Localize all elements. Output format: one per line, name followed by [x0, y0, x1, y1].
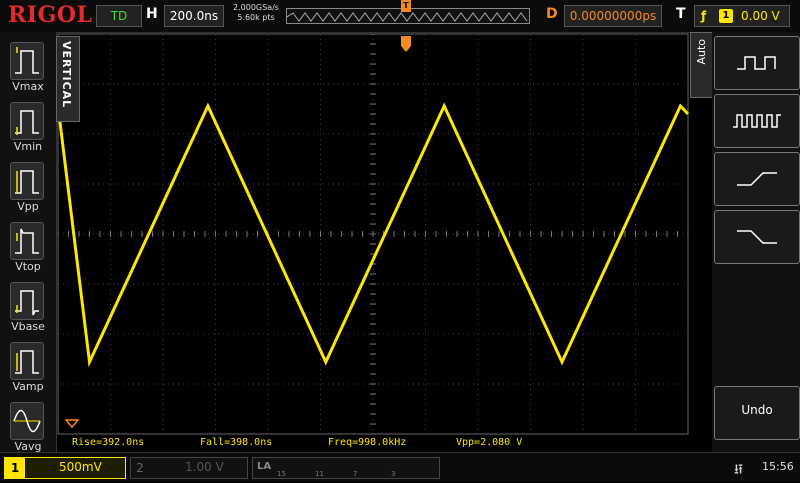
- la-tick: 3: [391, 470, 396, 478]
- acquisition-info: 2.000GSa/s 5.60k pts: [228, 3, 284, 23]
- frequency-readout: Freq=998.0kHz: [328, 437, 407, 448]
- sample-rate: 2.000GSa/s: [233, 3, 279, 12]
- ch2-status[interactable]: 2 1.00 V: [130, 457, 248, 479]
- trigger-display[interactable]: ƒ 1 0.00 V: [694, 5, 790, 27]
- auto-menu-tab[interactable]: Auto: [690, 32, 714, 98]
- brand-logo: RIGOL: [8, 2, 93, 28]
- meas-label: Vpp: [17, 200, 39, 213]
- channel-status-bar: 1 500mV 2 1.00 V LA 15 11 7 3 ⭿ 15:56: [0, 452, 800, 481]
- auto-tab-label: Auto: [695, 39, 708, 65]
- ch2-number: 2: [136, 461, 144, 475]
- undo-label: Undo: [741, 403, 773, 417]
- ch2-scale: 1.00 V: [185, 460, 224, 474]
- vmax-icon: [10, 42, 44, 80]
- meas-label: Vmin: [13, 140, 43, 153]
- trigger-label: T: [676, 6, 686, 22]
- ch1-ground-marker-icon: [64, 419, 80, 429]
- meas-vpp-button[interactable]: Vpp: [4, 160, 52, 216]
- single-period-button[interactable]: [714, 36, 800, 90]
- logic-analyzer-status[interactable]: LA 15 11 7 3: [252, 457, 440, 479]
- vertical-tab-label: VERTICAL: [60, 41, 73, 109]
- vpp-icon: [10, 162, 44, 200]
- vtop-icon: [10, 222, 44, 260]
- multi-period-icon: [733, 114, 781, 128]
- waveform-display[interactable]: [56, 32, 690, 436]
- rising-edge-icon: [737, 172, 777, 186]
- la-label: LA: [257, 461, 272, 472]
- ch1-number: 1: [5, 458, 25, 478]
- trigger-channel-badge: 1: [719, 9, 733, 23]
- graticule: [57, 33, 689, 435]
- vmin-icon: [10, 102, 44, 140]
- horizontal-label: H: [146, 6, 158, 22]
- vbase-icon: [10, 282, 44, 320]
- meas-vmax-button[interactable]: Vmax: [4, 40, 52, 96]
- multi-period-button[interactable]: [714, 94, 800, 148]
- delay-display[interactable]: 0.00000000ps: [564, 5, 662, 27]
- memory-waveform-overview: [286, 12, 528, 22]
- time-scale-display[interactable]: 200.0ns: [164, 5, 224, 27]
- la-tick: 15: [277, 470, 286, 478]
- meas-label: Vbase: [11, 320, 45, 333]
- la-tick: 7: [353, 470, 358, 478]
- memory-position-bar[interactable]: T: [286, 0, 530, 24]
- trigger-level: 0.00 V: [741, 9, 780, 23]
- vertical-menu-tab[interactable]: VERTICAL: [56, 36, 80, 122]
- rising-edge-trigger-icon: ƒ: [701, 9, 707, 23]
- period-pulse-icon: [737, 56, 776, 70]
- clock: 15:56: [762, 460, 794, 473]
- ch1-status[interactable]: 1 500mV: [4, 457, 126, 479]
- vpp-readout: Vpp=2.080 V: [456, 437, 523, 448]
- falling-edge-button[interactable]: [714, 210, 800, 264]
- trigger-position-marker-icon: [401, 36, 411, 52]
- la-tick: 11: [315, 470, 324, 478]
- trigger-position-marker-icon: T: [401, 0, 411, 12]
- auto-menu: Undo: [712, 32, 800, 452]
- meas-vbase-button[interactable]: Vbase: [4, 280, 52, 336]
- vavg-icon: [10, 402, 44, 440]
- falling-edge-icon: [737, 230, 777, 244]
- rise-time-readout: Rise=392.0ns: [72, 437, 145, 448]
- meas-label: Vtop: [15, 260, 41, 273]
- memory-depth: 5.60k pts: [237, 13, 275, 22]
- ch1-scale: 500mV: [59, 460, 102, 474]
- measurement-menu: Vmax Vmin Vpp Vtop Vbase Vamp Vavg: [0, 32, 57, 453]
- meas-vtop-button[interactable]: Vtop: [4, 220, 52, 276]
- meas-vamp-button[interactable]: Vamp: [4, 340, 52, 396]
- meas-label: Vmax: [12, 80, 44, 93]
- usb-icon: ⭿: [734, 462, 744, 478]
- run-status-badge[interactable]: TD: [96, 5, 142, 27]
- undo-button[interactable]: Undo: [714, 386, 800, 440]
- delay-label: D: [546, 6, 558, 22]
- meas-vmin-button[interactable]: Vmin: [4, 100, 52, 156]
- measurement-results: Rise=392.0ns Fall=398.0ns Freq=998.0kHz …: [56, 436, 686, 452]
- meas-label: Vamp: [12, 380, 44, 393]
- rising-edge-button[interactable]: [714, 152, 800, 206]
- top-status-bar: RIGOL TD H 200.0ns 2.000GSa/s 5.60k pts …: [0, 0, 800, 33]
- vamp-icon: [10, 342, 44, 380]
- fall-time-readout: Fall=398.0ns: [200, 437, 273, 448]
- meas-vavg-button[interactable]: Vavg: [4, 400, 52, 456]
